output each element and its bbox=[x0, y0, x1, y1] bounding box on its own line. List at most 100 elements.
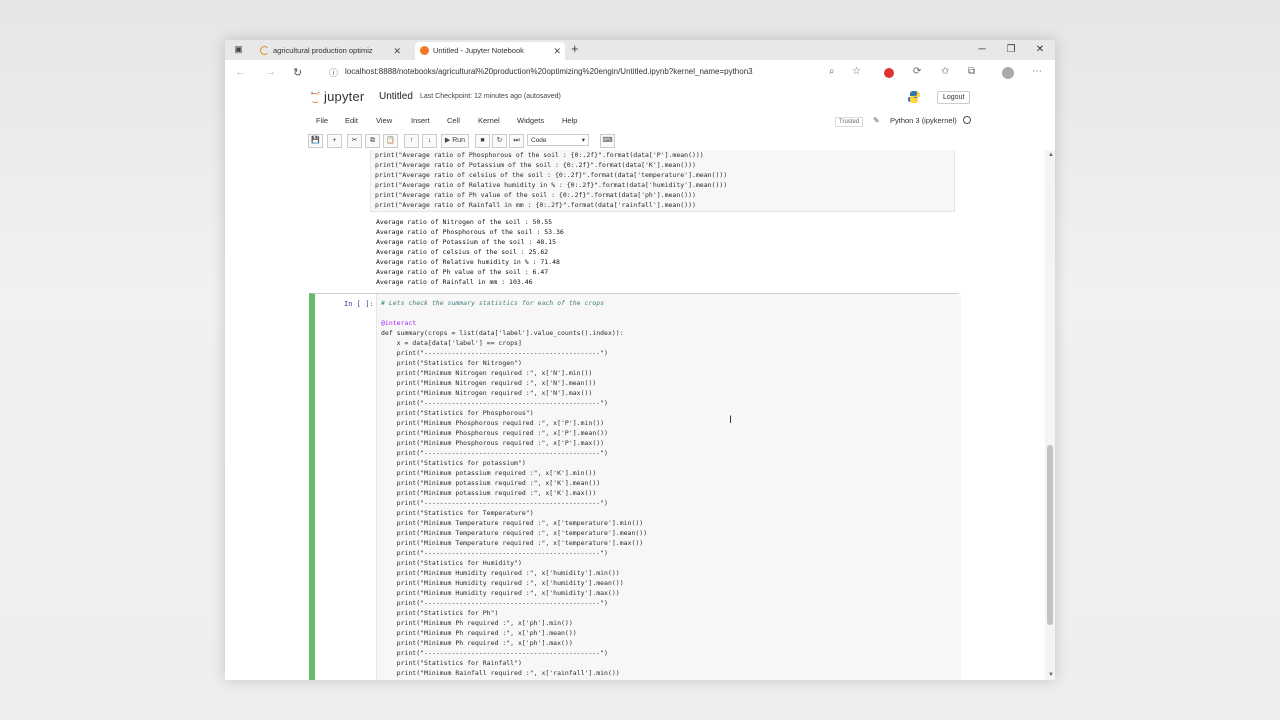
close-tab-icon[interactable]: ✕ bbox=[393, 42, 401, 60]
code-line: print("Minimum Temperature required :", … bbox=[381, 529, 648, 537]
scroll-down-icon[interactable]: ▼ bbox=[1048, 672, 1054, 678]
output-line: Average ratio of Ph value of the soil : … bbox=[376, 268, 549, 276]
code-line: print("---------------------------------… bbox=[381, 499, 608, 507]
info-icon[interactable]: ⓘ bbox=[329, 66, 338, 79]
code-line: print("Minimum Humidity required :", x['… bbox=[381, 579, 624, 587]
menu-edit[interactable]: Edit bbox=[345, 116, 358, 125]
code-line: print("---------------------------------… bbox=[381, 449, 608, 457]
scrollbar[interactable]: ▲ ▼ bbox=[1045, 150, 1055, 680]
zoom-icon[interactable]: ⌕ bbox=[829, 66, 835, 77]
more-icon[interactable]: ⋯ bbox=[1032, 66, 1042, 77]
menu-bar: File Edit View Insert Cell Kernel Widget… bbox=[225, 110, 1055, 130]
code-line: print("Average ratio of Potassium of the… bbox=[375, 161, 696, 169]
collections-icon[interactable]: ⧉ bbox=[968, 66, 975, 77]
tab-agricultural[interactable]: agricultural production optimiz ✕ bbox=[255, 42, 405, 60]
tab-actions-icon[interactable]: ▣ bbox=[233, 44, 244, 55]
reload-icon[interactable]: ↻ bbox=[293, 66, 302, 79]
profile-avatar[interactable] bbox=[1002, 67, 1014, 79]
jupyter-favicon-icon bbox=[420, 46, 429, 55]
text-cursor-icon: I bbox=[729, 414, 733, 426]
command-palette-icon[interactable]: ⌨ bbox=[600, 134, 615, 148]
code-line: print("Average ratio of Ph value of the … bbox=[375, 191, 696, 199]
output-line: Average ratio of Potassium of the soil :… bbox=[376, 238, 557, 246]
menu-help[interactable]: Help bbox=[562, 116, 577, 125]
jupyter-logo-icon bbox=[311, 91, 320, 103]
loading-icon bbox=[260, 46, 269, 55]
restore-icon[interactable]: ❐ bbox=[996, 42, 1026, 58]
move-down-icon[interactable]: ↓ bbox=[422, 134, 437, 148]
cell-type-select[interactable]: Code bbox=[527, 134, 589, 147]
cell2-code-lines: @interact def summary(crops = list(data['… bbox=[381, 308, 957, 678]
restart-icon[interactable]: ↻ bbox=[492, 134, 507, 148]
run-button[interactable]: ▶ Run bbox=[441, 134, 469, 148]
output-line: Average ratio of Rainfall in mm : 103.46 bbox=[376, 278, 533, 286]
checkpoint-status: Last Checkpoint: 12 minutes ago (autosav… bbox=[420, 93, 561, 100]
code-line: print("Average ratio of Relative humidit… bbox=[375, 181, 728, 189]
code-line: print("Minimum Temperature required :", … bbox=[381, 519, 644, 527]
kernel-name: Python 3 (ipykernel) bbox=[890, 116, 957, 125]
close-window-icon[interactable]: ✕ bbox=[1025, 42, 1055, 58]
favorites-icon[interactable]: ✩ bbox=[941, 66, 949, 77]
menu-file[interactable]: File bbox=[316, 116, 328, 125]
code-line: print("Minimum potassium required :", x[… bbox=[381, 489, 597, 497]
jupyter-logo-text[interactable]: jupyter bbox=[324, 89, 364, 104]
forward-icon[interactable]: → bbox=[265, 66, 276, 78]
scroll-up-icon[interactable]: ▲ bbox=[1048, 152, 1054, 158]
save-icon[interactable]: 💾 bbox=[308, 134, 323, 148]
logout-button[interactable]: Logout bbox=[937, 91, 971, 104]
stop-icon[interactable]: ■ bbox=[475, 134, 490, 148]
cell2-input[interactable]: # Lets check the summary statistics for … bbox=[376, 294, 961, 680]
url-field[interactable]: localhost:8888/notebooks/agricultural%20… bbox=[345, 67, 753, 76]
new-tab-button[interactable]: + bbox=[571, 41, 579, 56]
cut-icon[interactable]: ✂ bbox=[347, 134, 362, 148]
output-line: Average ratio of Relative humidity in % … bbox=[376, 258, 560, 266]
code-line: print("Statistics for Temperature") bbox=[381, 509, 534, 517]
code-cell-selected[interactable]: In [ ]: # Lets check the summary statist… bbox=[309, 293, 961, 680]
code-line: print("Minimum Ph required :", x['ph'].m… bbox=[381, 629, 577, 637]
minimize-icon[interactable]: ─ bbox=[967, 42, 997, 58]
scrollbar-thumb[interactable] bbox=[1047, 445, 1053, 625]
restart-run-all-icon[interactable]: ⏭ bbox=[509, 134, 524, 148]
code-line: print("Average ratio of Rainfall in mm :… bbox=[375, 201, 696, 209]
code-line: print("Statistics for Phosphorous") bbox=[381, 409, 534, 417]
refresh-extension-icon[interactable]: ⟳ bbox=[913, 66, 921, 77]
notebook-name[interactable]: Untitled bbox=[379, 91, 413, 102]
tab-label: agricultural production optimiz bbox=[273, 46, 373, 55]
menu-cell[interactable]: Cell bbox=[447, 116, 460, 125]
tab-label: Untitled - Jupyter Notebook bbox=[433, 46, 524, 55]
code-line: print("Statistics for Rainfall") bbox=[381, 659, 522, 667]
extension-icon[interactable] bbox=[884, 68, 894, 78]
menu-insert[interactable]: Insert bbox=[411, 116, 430, 125]
menu-view[interactable]: View bbox=[376, 116, 392, 125]
edit-pencil-icon[interactable]: ✎ bbox=[873, 116, 880, 125]
code-line: print("Minimum Temperature required :", … bbox=[381, 539, 644, 547]
address-bar: ← → ↻ ⓘ localhost:8888/notebooks/agricul… bbox=[225, 60, 1055, 87]
code-line: print("Statistics for Nitrogen") bbox=[381, 359, 522, 367]
menu-kernel[interactable]: Kernel bbox=[478, 116, 500, 125]
code-line: print("Minimum potassium required :", x[… bbox=[381, 479, 601, 487]
menu-widgets[interactable]: Widgets bbox=[517, 116, 544, 125]
jupyter-header: jupyter Untitled Last Checkpoint: 12 min… bbox=[225, 86, 1055, 110]
code-line: print("---------------------------------… bbox=[381, 349, 608, 357]
code-line: print("---------------------------------… bbox=[381, 549, 608, 557]
code-line: print("---------------------------------… bbox=[381, 599, 608, 607]
back-icon[interactable]: ← bbox=[235, 66, 246, 78]
code-line: def summary(crops = list(data['label'].v… bbox=[381, 329, 624, 337]
move-up-icon[interactable]: ↑ bbox=[404, 134, 419, 148]
paste-icon[interactable]: 📋 bbox=[383, 134, 398, 148]
add-cell-icon[interactable]: + bbox=[327, 134, 342, 148]
code-line: print("---------------------------------… bbox=[381, 649, 608, 657]
read-aloud-icon[interactable]: ☆ bbox=[852, 66, 861, 77]
kernel-status-icon bbox=[963, 116, 971, 124]
code-line: print("Average ratio of celsius of the s… bbox=[375, 171, 728, 179]
notebook-area: print("Average ratio of Phosphorous of t… bbox=[225, 150, 1055, 680]
copy-icon[interactable]: ⧉ bbox=[365, 134, 380, 148]
cell1-input[interactable]: print("Average ratio of Phosphorous of t… bbox=[370, 150, 955, 212]
close-tab-icon[interactable]: ✕ bbox=[553, 42, 561, 60]
code-line: print("---------------------------------… bbox=[381, 399, 608, 407]
trusted-indicator[interactable]: Trusted bbox=[835, 117, 864, 127]
code-line: print("Statistics for potassium") bbox=[381, 459, 526, 467]
code-line: print("Minimum Rainfall required :", x['… bbox=[381, 669, 620, 677]
tab-jupyter[interactable]: Untitled - Jupyter Notebook ✕ bbox=[415, 42, 565, 60]
